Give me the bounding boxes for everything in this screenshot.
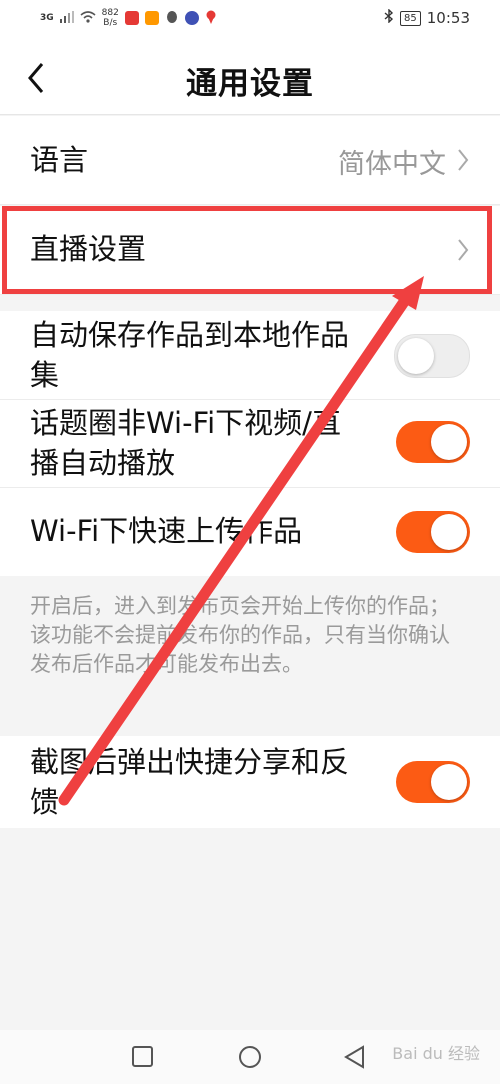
toggle-knob <box>431 424 467 460</box>
toggle-knob <box>431 514 467 550</box>
wifi-upload-toggle[interactable] <box>396 511 470 553</box>
battery-indicator: 85 <box>400 10 421 26</box>
watermark: Bai du 经验 <box>392 1044 480 1063</box>
app-notification-icon <box>144 11 159 25</box>
network-indicator: 3G <box>40 13 54 23</box>
app-notification-icon <box>124 11 139 25</box>
speed-value: 882 <box>101 8 119 18</box>
topic-autoplay-label-line2: 播自动播放 <box>30 446 176 480</box>
live-settings-row[interactable]: 直播设置 <box>0 206 500 295</box>
location-icon <box>205 10 217 27</box>
toggle-knob <box>398 338 434 374</box>
hint-section: 开启后，进入到发布页会开始上传你的作品；该功能不会提前发布你的作品，只有当你确认… <box>0 576 500 736</box>
language-label: 语言 <box>30 143 89 177</box>
hint-text: 开启后，进入到发布页会开始上传你的作品；该功能不会提前发布你的作品，只有当你确认… <box>30 594 450 676</box>
square-icon <box>132 1046 153 1067</box>
auto-save-toggle[interactable] <box>394 334 470 378</box>
wifi-upload-row: Wi-Fi下快速上传作品 <box>0 488 500 576</box>
recent-apps-button[interactable] <box>130 1044 156 1070</box>
screenshot-share-label: 截图后弹出快捷分享和反 馈 <box>30 742 349 822</box>
chevron-right-icon <box>458 239 469 261</box>
language-value: 简体中文 <box>338 149 446 180</box>
wifi-icon <box>80 10 96 26</box>
status-bar: 3G 882 B/s 85 10:53 <box>0 0 500 40</box>
topic-autoplay-row: 话题圈非Wi-Fi下视频/直 播自动播放 <box>0 400 500 488</box>
music-app-icon <box>184 11 199 25</box>
signal-icon <box>59 10 74 26</box>
page-title: 通用设置 <box>186 66 314 102</box>
circle-icon <box>239 1046 261 1068</box>
home-button[interactable] <box>237 1044 263 1070</box>
clock: 10:53 <box>426 9 470 27</box>
triangle-back-icon <box>344 1045 364 1069</box>
bluetooth-icon <box>384 8 394 27</box>
wifi-upload-label: Wi-Fi下快速上传作品 <box>30 514 303 548</box>
header: 通用设置 <box>0 40 500 115</box>
topic-autoplay-label: 话题圈非Wi-Fi下视频/直 播自动播放 <box>30 403 341 483</box>
chevron-right-icon <box>458 149 469 171</box>
language-row[interactable]: 语言 简体中文 <box>0 116 500 205</box>
auto-save-label-line1: 自动保存作品到本地作品 <box>30 318 350 352</box>
status-left: 3G 882 B/s <box>40 8 217 28</box>
network-speed: 882 B/s <box>102 8 119 28</box>
status-right: 85 10:53 <box>384 8 470 27</box>
auto-save-row: 自动保存作品到本地作品 集 <box>0 311 500 400</box>
speed-unit: B/s <box>103 18 118 28</box>
qq-icon <box>165 10 179 27</box>
screenshot-share-label-line2: 馈 <box>30 785 60 819</box>
topic-autoplay-label-line1: 话题圈非Wi-Fi下视频/直 <box>30 406 341 440</box>
topic-autoplay-toggle[interactable] <box>396 421 470 463</box>
screenshot-share-toggle[interactable] <box>396 761 470 803</box>
screenshot-share-label-line1: 截图后弹出快捷分享和反 <box>30 745 350 779</box>
auto-save-label-line2: 集 <box>30 358 60 392</box>
back-nav-button[interactable] <box>342 1044 368 1070</box>
toggle-knob <box>431 764 467 800</box>
screenshot-share-row: 截图后弹出快捷分享和反 馈 <box>0 736 500 828</box>
live-settings-label: 直播设置 <box>30 232 147 266</box>
auto-save-label: 自动保存作品到本地作品 集 <box>30 315 349 395</box>
